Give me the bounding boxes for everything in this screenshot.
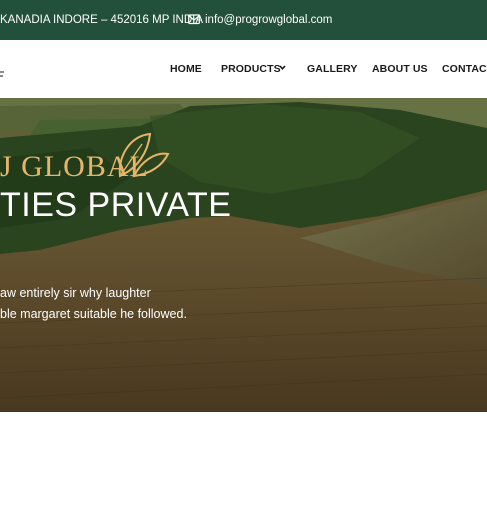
content-area [0,412,487,505]
hero-brand-title: J GLOBAL [0,150,149,183]
logo-fragment [0,71,4,77]
nav-products[interactable]: PRODUCTS [221,63,286,75]
email-text: info@progrowglobal.com [205,14,333,26]
chevron-down-icon [279,65,286,71]
nav-gallery[interactable]: GALLERY [307,63,357,75]
hero-text-line-1: aw entirely sir why laughter [0,286,151,300]
hero-text-line-2: ble margaret suitable he followed. [0,307,187,321]
main-navigation: HOME PRODUCTS GALLERY ABOUT US CONTACT [0,40,487,98]
address-text: KANADIA INDORE – 452016 MP INDIA [0,14,204,26]
hero-subtitle: TIES PRIVATE [0,186,232,224]
nav-contact[interactable]: CONTACT [442,63,487,75]
nav-about-us[interactable]: ABOUT US [372,63,428,75]
farmland-background [0,98,487,412]
top-info-bar: KANADIA INDORE – 452016 MP INDIA info@pr… [0,0,487,40]
hero-banner: J GLOBAL TIES PRIVATE aw entirely sir wh… [0,98,487,412]
mail-icon [188,14,200,25]
nav-home[interactable]: HOME [170,63,202,75]
nav-products-label: PRODUCTS [221,63,281,75]
